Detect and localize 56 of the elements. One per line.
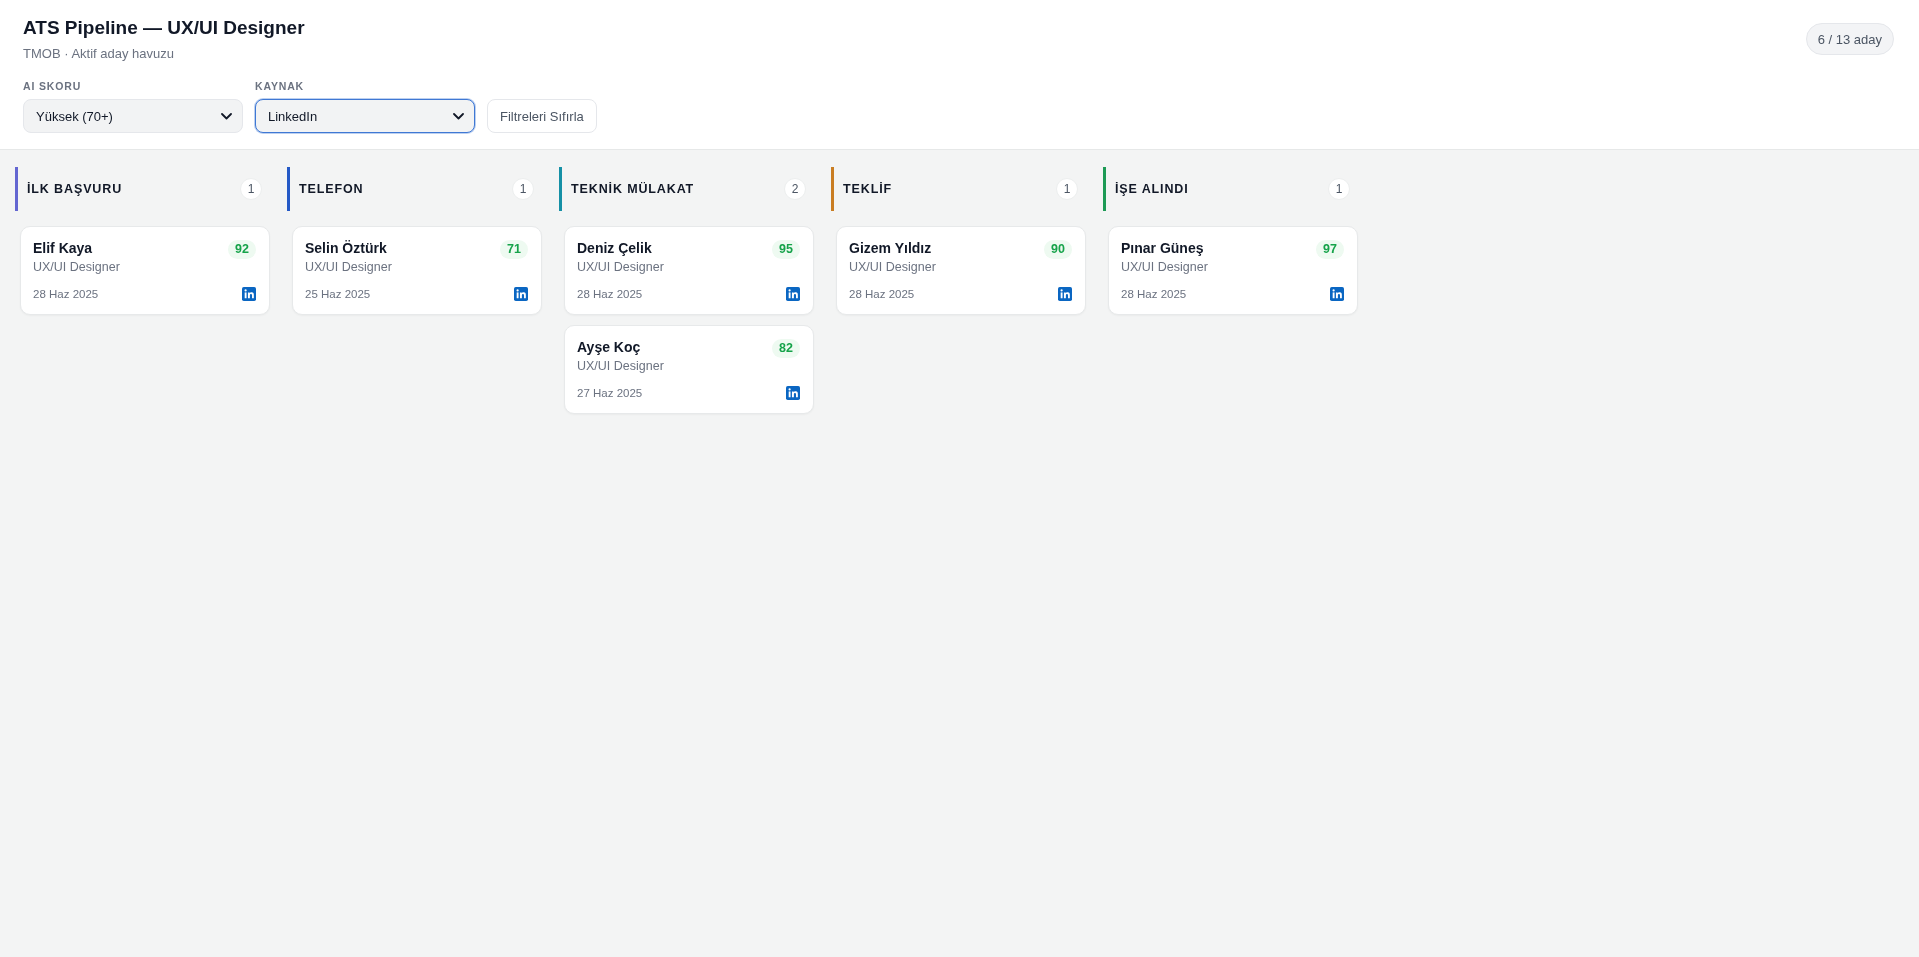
linkedin-icon xyxy=(1330,287,1344,301)
column-count: 1 xyxy=(1056,178,1078,200)
candidate-count-badge: 6 / 13 aday xyxy=(1805,23,1894,55)
candidate-role: UX/UI Designer xyxy=(577,358,664,374)
candidate-role: UX/UI Designer xyxy=(849,259,936,275)
column-count: 2 xyxy=(784,178,806,200)
candidate-role: UX/UI Designer xyxy=(33,259,120,275)
ai-score: 82 xyxy=(772,339,800,358)
ai-score: 71 xyxy=(500,240,528,259)
column-title: TELEFON xyxy=(298,182,365,196)
filter-label: AI SKORU xyxy=(23,79,83,93)
filter-label: KAYNAK xyxy=(255,79,305,93)
candidate-name: Elif Kaya xyxy=(33,239,94,257)
column-title: İŞE ALINDI xyxy=(1114,182,1190,196)
chevron-down-icon xyxy=(221,112,232,120)
column-count: 1 xyxy=(512,178,534,200)
candidate-name: Selin Öztürk xyxy=(305,239,388,257)
application-date: 28 Haz 2025 xyxy=(1121,287,1187,301)
page-subtitle: TMOB · Aktif aday havuzu xyxy=(23,45,175,63)
application-date: 27 Haz 2025 xyxy=(577,386,643,400)
page-title: ATS Pipeline — UX/UI Designer xyxy=(23,16,306,40)
application-date: 28 Haz 2025 xyxy=(33,287,99,301)
ai-score: 92 xyxy=(228,240,256,259)
ai-score: 90 xyxy=(1044,240,1072,259)
linkedin-icon xyxy=(242,287,256,301)
application-date: 28 Haz 2025 xyxy=(849,287,915,301)
column-count: 1 xyxy=(240,178,262,200)
linkedin-icon xyxy=(1058,287,1072,301)
filter-select[interactable]: Yüksek (70+) xyxy=(23,99,243,133)
candidate-card[interactable]: Ayşe Koç UX/UI Designer 82 27 Haz 2025 xyxy=(564,325,814,414)
linkedin-icon xyxy=(514,287,528,301)
candidate-card[interactable]: Elif Kaya UX/UI Designer 92 28 Haz 2025 xyxy=(20,226,270,315)
chevron-down-icon xyxy=(453,112,464,120)
candidate-card[interactable]: Deniz Çelik UX/UI Designer 95 28 Haz 2025 xyxy=(564,226,814,315)
candidate-card[interactable]: Gizem Yıldız UX/UI Designer 90 28 Haz 2025 xyxy=(836,226,1086,315)
candidate-role: UX/UI Designer xyxy=(1121,259,1208,275)
linkedin-icon xyxy=(786,386,800,400)
candidate-role: UX/UI Designer xyxy=(305,259,392,275)
ai-score: 97 xyxy=(1316,240,1344,259)
candidate-card[interactable]: Pınar Güneş UX/UI Designer 97 28 Haz 2025 xyxy=(1108,226,1358,315)
candidate-name: Pınar Güneş xyxy=(1121,239,1205,257)
candidate-name: Ayşe Koç xyxy=(577,338,642,356)
candidate-name: Gizem Yıldız xyxy=(849,239,933,257)
application-date: 28 Haz 2025 xyxy=(577,287,643,301)
candidate-role: UX/UI Designer xyxy=(577,259,664,275)
reset-filters-button[interactable]: Filtreleri Sıfırla xyxy=(487,99,597,133)
column-title: İLK BAŞVURU xyxy=(26,182,124,196)
linkedin-icon xyxy=(786,287,800,301)
candidate-name: Deniz Çelik xyxy=(577,239,653,257)
column-count: 1 xyxy=(1328,178,1350,200)
filter-select[interactable]: LinkedIn xyxy=(255,99,475,133)
column-title: TEKNİK MÜLAKAT xyxy=(570,182,696,196)
candidate-card[interactable]: Selin Öztürk UX/UI Designer 71 25 Haz 2025 xyxy=(292,226,542,315)
application-date: 25 Haz 2025 xyxy=(305,287,371,301)
ai-score: 95 xyxy=(772,240,800,259)
column-title: TEKLİF xyxy=(842,182,893,196)
